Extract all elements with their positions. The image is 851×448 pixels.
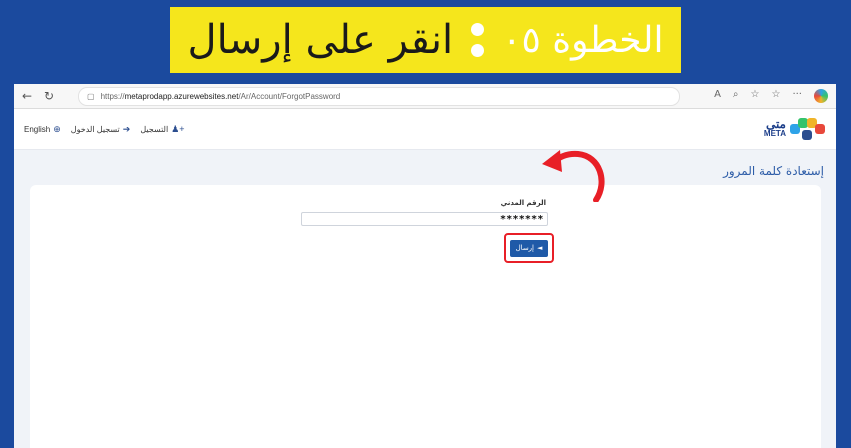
page-title: إستعادة كلمة المرور: [723, 164, 824, 178]
logo-english: META: [763, 129, 786, 138]
logo-arabic: متى: [765, 117, 786, 131]
submit-button[interactable]: ◄ إرسال: [510, 239, 548, 257]
site-header: English ⊕ تسجيل الدخول ➔ التسجيل ♟+ متى MET…: [14, 109, 836, 150]
zoom-icon[interactable]: ⌕: [733, 89, 739, 103]
form-card: الرقم المدني ******* ◄ إرسال: [30, 185, 821, 448]
address-bar[interactable]: ▢ https://metaprodapp.azurewebsites.net /…: [78, 87, 680, 106]
register-link[interactable]: التسجيل ♟+: [140, 124, 184, 135]
page-info-icon[interactable]: ▢: [87, 92, 95, 101]
url-prefix: https://: [100, 92, 125, 101]
submit-label: إرسال: [515, 244, 535, 252]
url-host: metaprodapp.azurewebsites.net: [124, 92, 239, 101]
language-link-label: English: [24, 124, 51, 134]
submit-highlight: ◄ إرسال: [504, 233, 554, 263]
more-icon[interactable]: ···: [792, 89, 802, 103]
register-link-label: التسجيل: [140, 124, 169, 134]
paper-plane-icon: ◄: [537, 244, 543, 252]
site-logo[interactable]: متى META: [764, 118, 826, 140]
step-label: الخطوة ٠٥: [502, 19, 664, 61]
read-aloud-icon[interactable]: A: [714, 89, 721, 103]
browser-toolbar: ← ↻ ▢ https://metaprodapp.azurewebsites.…: [14, 84, 836, 109]
instruction-banner: الخطوة ٠٥ انقر على إرسال: [170, 7, 681, 73]
back-icon[interactable]: ←: [18, 89, 36, 103]
user-plus-icon: ♟+: [171, 123, 185, 134]
login-link-label: تسجيل الدخول: [70, 124, 120, 134]
pointer-arrow-icon: [542, 150, 605, 202]
language-link[interactable]: English ⊕: [24, 124, 61, 135]
favorites-bar-icon[interactable]: ☆: [771, 89, 780, 103]
civil-id-input[interactable]: *******: [301, 212, 548, 226]
globe-icon: ⊕: [53, 123, 61, 134]
step-instruction: انقر على إرسال: [187, 17, 454, 63]
favorite-icon[interactable]: ☆: [751, 89, 760, 103]
sign-in-icon: ➔: [122, 123, 131, 134]
colon-separator: [471, 23, 485, 57]
refresh-icon[interactable]: ↻: [40, 89, 58, 103]
copilot-icon[interactable]: [814, 89, 828, 103]
header-links: English ⊕ تسجيل الدخول ➔ التسجيل ♟+: [24, 124, 185, 135]
login-link[interactable]: تسجيل الدخول ➔: [71, 124, 131, 135]
browser-window: ← ↻ ▢ https://metaprodapp.azurewebsites.…: [14, 84, 836, 448]
logo-mark-icon: [790, 118, 826, 140]
url-path: /Ar/Account/ForgotPassword: [238, 92, 341, 101]
